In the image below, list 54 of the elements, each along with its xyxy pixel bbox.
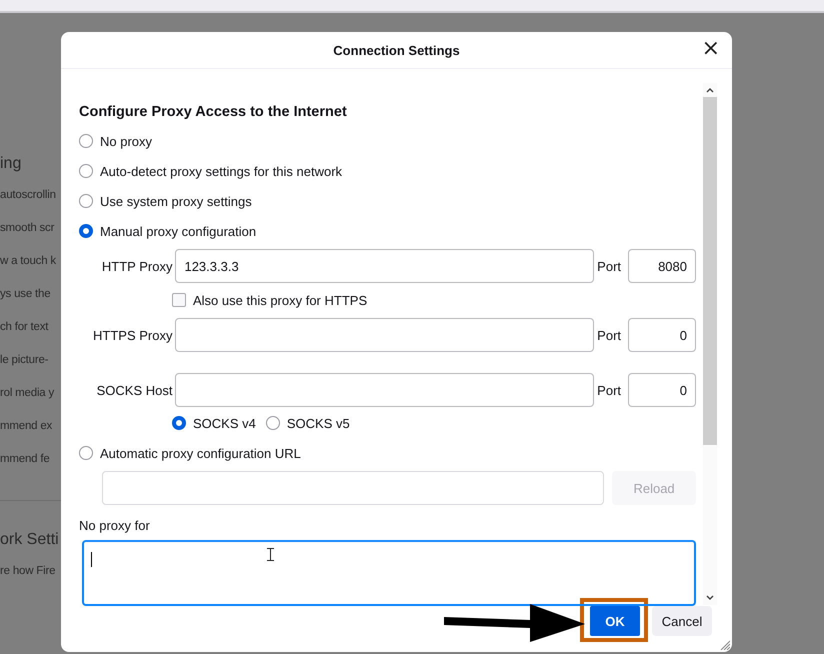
field-label: No proxy for: [79, 518, 151, 534]
section-heading: Configure Proxy Access to the Internet: [79, 103, 348, 122]
radio-button[interactable]: [79, 134, 93, 148]
radio-button[interactable]: [266, 416, 280, 430]
radio-label[interactable]: SOCKS v4: [193, 416, 256, 430]
port-label: Port: [597, 258, 622, 274]
radio-button[interactable]: [79, 194, 93, 208]
radio-label[interactable]: SOCKS v5: [286, 416, 350, 430]
url-field[interactable]: [102, 471, 604, 505]
background-text: mmend fe: [0, 452, 51, 467]
text-caret: [91, 552, 92, 567]
radio-label[interactable]: Auto-detect proxy settings for this network: [100, 164, 342, 178]
radio-button[interactable]: [172, 416, 186, 430]
background-text: rol media y: [0, 386, 56, 401]
port-label: Port: [597, 382, 622, 398]
radio-label[interactable]: Manual proxy configuration: [100, 224, 256, 238]
port-field[interactable]: 0: [628, 373, 696, 407]
radio-button[interactable]: [79, 446, 93, 460]
ibeam-cursor-icon: [267, 548, 274, 561]
background-text: w a touch k: [0, 254, 57, 269]
radio-button[interactable]: [79, 164, 93, 178]
ok-button[interactable]: OK: [590, 606, 640, 636]
text-field[interactable]: 123.3.3.3: [175, 249, 594, 283]
radio-label[interactable]: No proxy: [100, 134, 152, 148]
field-label: SOCKS Host: [96, 382, 172, 398]
background-text: ch for text: [0, 320, 50, 335]
radio-button[interactable]: [79, 224, 93, 238]
background-text: smooth scr: [0, 221, 56, 236]
background-heading: ing: [0, 154, 22, 174]
text-field[interactable]: [175, 373, 594, 407]
background-text: autoscrollin: [0, 188, 57, 203]
radio-label[interactable]: Use system proxy settings: [100, 194, 252, 208]
text-field[interactable]: [175, 318, 594, 352]
port-label: Port: [597, 328, 622, 342]
scrollbar[interactable]: [703, 83, 717, 605]
port-field[interactable]: 0: [628, 318, 696, 352]
background-text: ys use the: [0, 287, 52, 302]
background-text: le picture-: [0, 353, 50, 368]
background-heading: ork Setti: [0, 530, 60, 550]
port-field[interactable]: 8080: [628, 249, 696, 283]
cancel-button[interactable]: Cancel: [652, 606, 712, 636]
field-label: HTTP Proxy: [100, 258, 172, 274]
scroll-down-icon[interactable]: [706, 595, 714, 601]
background-text: mmend ex: [0, 419, 54, 434]
resize-grip-icon[interactable]: [720, 640, 730, 650]
radio-label[interactable]: Automatic proxy configuration URL: [100, 446, 301, 460]
background-text: re how Fire: [0, 564, 56, 579]
close-button[interactable]: ×: [698, 38, 723, 60]
scroll-up-icon[interactable]: [706, 87, 714, 93]
text-area[interactable]: [82, 540, 696, 606]
checkbox-label[interactable]: Also use this proxy for HTTPS: [193, 292, 368, 308]
field-label: HTTPS Proxy: [92, 328, 172, 342]
dialog-title: Connection Settings: [333, 42, 460, 58]
checkbox[interactable]: [172, 293, 186, 307]
